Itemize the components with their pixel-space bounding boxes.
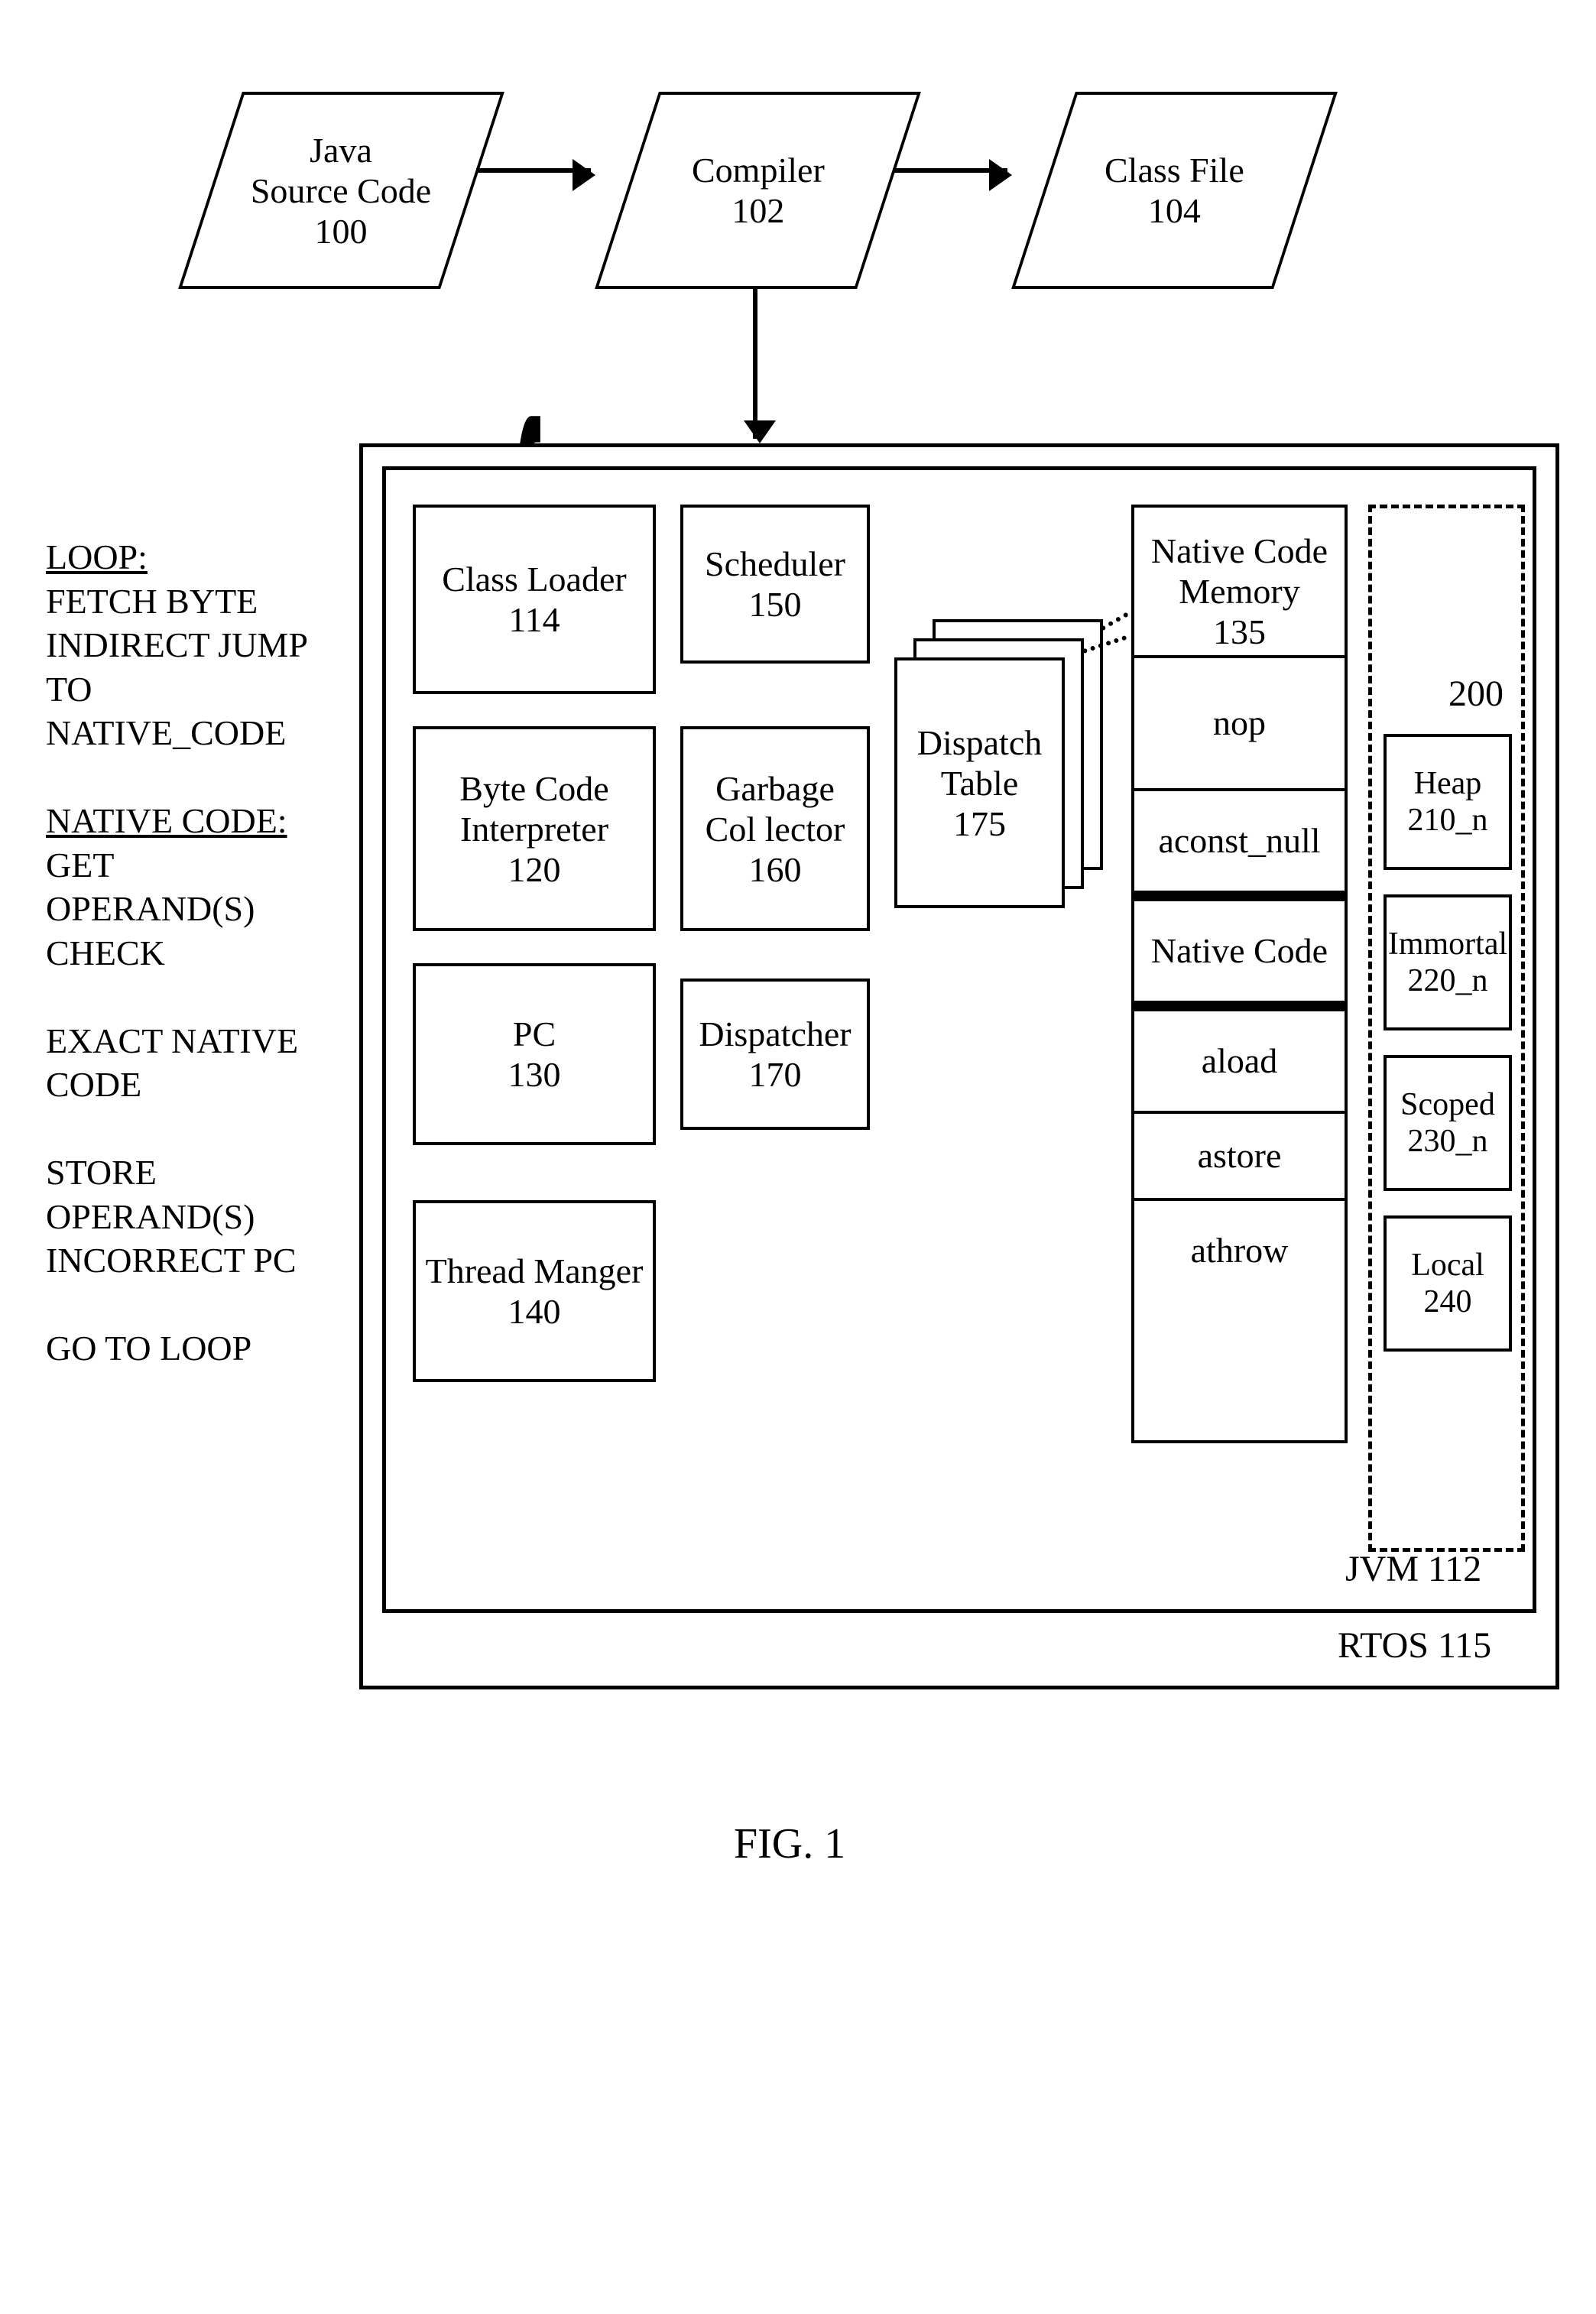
- loop-nativecode1-label: NATIVE_CODE: [46, 713, 286, 752]
- loop-to-label: TO: [46, 670, 92, 709]
- heap-id-label: 210_n: [1408, 802, 1488, 839]
- loop-jump-label: INDIRECT JUMP: [46, 625, 308, 664]
- thread-mgr-box: Thread Manger 140: [413, 1200, 656, 1382]
- pc-id-label: 130: [508, 1054, 561, 1095]
- compiler-id-label: 102: [732, 191, 784, 230]
- compiler-box: Compiler 102: [595, 92, 921, 289]
- native-check-label: CHECK: [46, 933, 165, 972]
- gc-box: Garbage Col lector 160: [680, 726, 870, 931]
- classfile-label: Class File: [1105, 151, 1244, 190]
- native-heading-label: NATIVE CODE:: [46, 801, 287, 840]
- thread-mgr-label: Thread Manger: [426, 1251, 644, 1291]
- dispatch-table-id-label: 175: [953, 803, 1006, 844]
- native-goto-label: GO TO LOOP: [46, 1329, 251, 1368]
- classfile-box: Class File 104: [1011, 92, 1338, 289]
- local-id-label: 240: [1424, 1284, 1472, 1320]
- immortal-id-label: 220_n: [1408, 962, 1488, 999]
- java-source-line1-label: Java: [310, 131, 373, 170]
- scheduler-label: Scheduler: [705, 544, 845, 584]
- interpreter-line2-label: Interpreter: [460, 809, 608, 849]
- class-loader-id-label: 114: [508, 599, 560, 640]
- dispatch-table-card-front: Dispatch Table 175: [894, 657, 1065, 908]
- figure-label: FIG. 1: [734, 1819, 845, 1868]
- class-loader-box: Class Loader 114: [413, 505, 656, 694]
- local-label: Local: [1411, 1247, 1484, 1284]
- interpreter-box: Byte Code Interpreter 120: [413, 726, 656, 931]
- ncm-title-label: Native Code Memory: [1151, 531, 1328, 611]
- immortal-box: Immortal 220_n: [1384, 894, 1512, 1030]
- compiler-label: Compiler: [692, 151, 825, 190]
- gc-line1-label: Garbage: [715, 768, 835, 809]
- dispatcher-box: Dispatcher 170: [680, 979, 870, 1130]
- classfile-id-label: 104: [1148, 191, 1201, 230]
- scoped-label: Scoped: [1400, 1086, 1495, 1123]
- rtos-label: RTOS 115: [1338, 1624, 1491, 1667]
- ncm-row-1: aconst_null: [1158, 821, 1320, 860]
- interpreter-line1-label: Byte Code: [459, 768, 608, 809]
- ncm-row-3: aload: [1202, 1041, 1278, 1080]
- jvm-label: JVM 112: [1345, 1548, 1481, 1590]
- memory-area-id-label: 200: [1448, 673, 1504, 715]
- scoped-id-label: 230_n: [1408, 1123, 1488, 1160]
- java-source-box: Java Source Code 100: [178, 92, 504, 289]
- scoped-box: Scoped 230_n: [1384, 1055, 1512, 1191]
- dispatch-table-line2-label: Table: [941, 763, 1019, 803]
- dispatch-table-line1-label: Dispatch: [917, 722, 1043, 763]
- heap-label: Heap: [1414, 765, 1482, 802]
- interpreter-id-label: 120: [508, 849, 561, 890]
- gc-id-label: 160: [749, 849, 802, 890]
- dispatcher-label: Dispatcher: [699, 1014, 851, 1054]
- scheduler-id-label: 150: [749, 584, 802, 625]
- arrow-compiler-to-jvm: [753, 286, 757, 439]
- native-store-label: STORE: [46, 1153, 157, 1192]
- class-loader-label: Class Loader: [442, 559, 626, 599]
- arrow-source-to-compiler: [476, 168, 591, 173]
- java-source-line2-label: Source Code: [251, 171, 431, 210]
- native-code-label: CODE: [46, 1065, 141, 1104]
- native-get-label: GET: [46, 845, 114, 884]
- pc-label: PC: [513, 1014, 556, 1054]
- native-operands1-label: OPERAND(S): [46, 889, 255, 928]
- ncm-row-4: astore: [1198, 1136, 1282, 1175]
- immortal-label: Immortal: [1388, 926, 1507, 962]
- heap-box: Heap 210_n: [1384, 734, 1512, 870]
- loop-text-block: LOOP: FETCH BYTE INDIRECT JUMP TO NATIVE…: [46, 535, 352, 1371]
- pc-box: PC 130: [413, 963, 656, 1145]
- thread-mgr-id-label: 140: [508, 1291, 561, 1332]
- dispatcher-id-label: 170: [749, 1054, 802, 1095]
- ncm-row-2: Native Code: [1151, 931, 1328, 970]
- loop-heading-label: LOOP:: [46, 537, 148, 576]
- ncm-row-0: nop: [1213, 703, 1266, 742]
- native-exact-label: EXACT NATIVE: [46, 1021, 298, 1060]
- local-box: Local 240: [1384, 1215, 1512, 1352]
- scheduler-box: Scheduler 150: [680, 505, 870, 664]
- native-code-memory-box: Native Code Memory 135 nop aconst_null N…: [1131, 505, 1348, 1443]
- native-incorrect-pc-label: INCORRECT PC: [46, 1241, 297, 1280]
- ncm-row-5: athrow: [1191, 1231, 1289, 1270]
- java-source-id-label: 100: [315, 212, 368, 251]
- gc-line2-label: Col lector: [706, 809, 845, 849]
- native-operands2-label: OPERAND(S): [46, 1197, 255, 1236]
- loop-fetch-label: FETCH BYTE: [46, 582, 258, 621]
- ncm-id-label: 135: [1213, 612, 1266, 651]
- arrow-compiler-to-classfile: [893, 168, 1007, 173]
